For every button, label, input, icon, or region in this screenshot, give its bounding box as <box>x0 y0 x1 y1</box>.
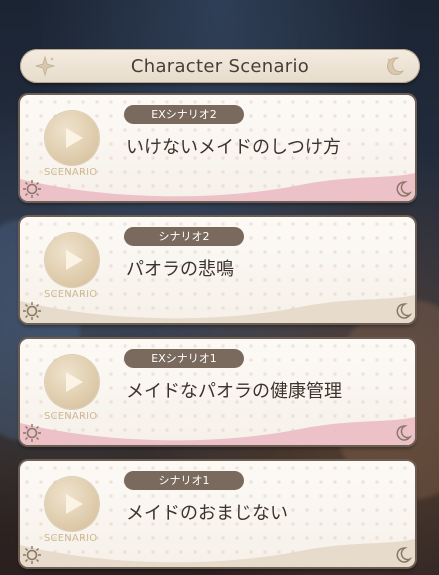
scenario-badge-text: SCENARIO <box>44 533 98 544</box>
scenario-title: メイドなパオラの健康管理 <box>126 381 342 402</box>
scenario-card[interactable]: SCENARIO シナリオ1 メイドのおまじない <box>20 461 415 567</box>
scenario-label: EXシナリオ2 <box>124 105 244 124</box>
sun-icon <box>23 302 41 320</box>
scenario-card[interactable]: SCENARIO EXシナリオ1 メイドなパオラの健康管理 <box>20 339 415 445</box>
moon-icon <box>396 425 412 441</box>
scenario-label: シナリオ2 <box>124 227 244 246</box>
scenario-title: メイドのおまじない <box>126 503 288 524</box>
scenario-badge-text: SCENARIO <box>44 289 98 300</box>
play-button[interactable] <box>45 111 99 165</box>
scenario-card[interactable]: SCENARIO EXシナリオ2 いけないメイドのしつけ方 <box>20 95 415 201</box>
scenario-label: EXシナリオ1 <box>124 349 244 368</box>
scenario-header: Character Scenario <box>20 49 420 83</box>
star-icon <box>34 55 56 77</box>
scenario-title: いけないメイドのしつけ方 <box>126 137 341 158</box>
play-icon <box>66 128 83 148</box>
moon-icon <box>396 547 412 563</box>
scenario-badge-text: SCENARIO <box>44 167 98 178</box>
scenario-card[interactable]: SCENARIO シナリオ2 パオラの悲鳴 <box>20 217 415 323</box>
sun-icon <box>23 546 41 564</box>
sun-icon <box>23 424 41 442</box>
sun-icon <box>23 180 41 198</box>
play-icon <box>66 250 83 270</box>
moon-icon <box>396 303 412 319</box>
play-button[interactable] <box>45 233 99 287</box>
play-button[interactable] <box>45 355 99 409</box>
scenario-badge-text: SCENARIO <box>44 411 98 422</box>
scenario-label: シナリオ1 <box>124 471 244 490</box>
play-button[interactable] <box>45 477 99 531</box>
play-icon <box>66 372 83 392</box>
moon-icon <box>396 181 412 197</box>
moon-icon <box>387 57 405 76</box>
play-icon <box>66 494 83 514</box>
scenario-title: パオラの悲鳴 <box>126 259 234 280</box>
header-title: Character Scenario <box>130 55 310 77</box>
